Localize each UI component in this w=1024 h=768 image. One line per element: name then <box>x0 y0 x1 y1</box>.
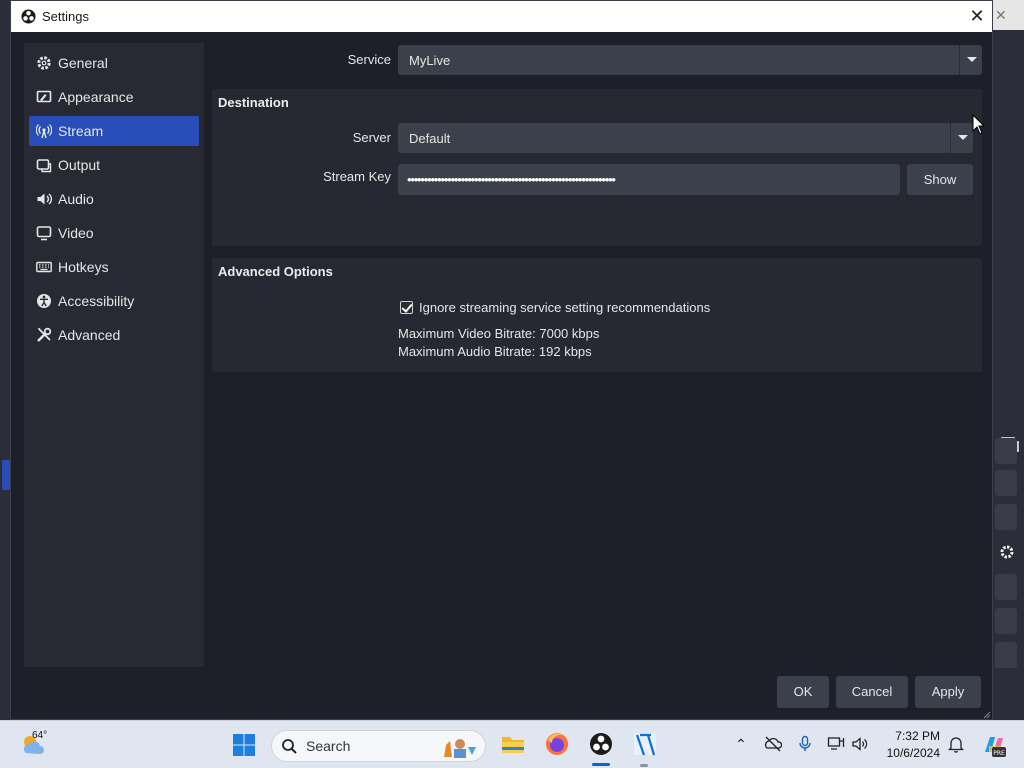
chevron-down-icon <box>950 123 973 153</box>
server-label: Server <box>352 130 391 145</box>
search-icon <box>282 739 297 754</box>
sidebar-item-output[interactable]: Output <box>29 150 199 180</box>
window-title: Settings <box>42 9 89 24</box>
sidebar-item-label: Stream <box>58 123 104 139</box>
sidebar-item-label: Video <box>58 225 94 241</box>
dock-button[interactable] <box>995 470 1017 496</box>
sidebar-item-accessibility[interactable]: Accessibility <box>29 286 199 316</box>
apply-button[interactable]: Apply <box>915 676 981 708</box>
dock-button[interactable] <box>995 438 1017 464</box>
cancel-button[interactable]: Cancel <box>836 676 908 708</box>
svg-text:PRE: PRE <box>993 750 1005 757</box>
sidebar-item-video[interactable]: Video <box>29 218 199 248</box>
volume-icon[interactable] <box>851 735 869 753</box>
service-select[interactable]: MyLive <box>398 45 982 75</box>
chevron-up-icon[interactable]: ⌃ <box>732 735 750 753</box>
search-placeholder: Search <box>306 738 351 754</box>
taskbar-search[interactable]: Search <box>271 730 486 762</box>
editor-app-icon[interactable] <box>632 731 658 757</box>
onedrive-icon[interactable] <box>764 735 782 753</box>
dock-button[interactable] <box>995 608 1017 634</box>
stream-key-value: ••••••••••••••••••••••••••••••••••••••••… <box>407 172 616 187</box>
speaker-icon <box>37 193 52 205</box>
monitor-icon <box>36 226 52 241</box>
sidebar-item-hotkeys[interactable]: Hotkeys <box>29 252 199 282</box>
mouse-cursor-icon <box>972 114 986 135</box>
settings-sidebar: General Appearance Stream Output Audio V… <box>24 43 204 667</box>
close-button[interactable]: ✕ <box>963 4 991 29</box>
background-selected-item <box>2 460 10 490</box>
sidebar-item-general[interactable]: General <box>29 48 199 78</box>
max-audio-bitrate-text: Maximum Audio Bitrate: 192 kbps <box>398 344 592 359</box>
weather-temperature: 64° <box>32 730 48 741</box>
file-explorer-icon[interactable] <box>500 731 526 757</box>
active-app-indicator <box>592 763 610 766</box>
sidebar-item-label: Advanced <box>58 327 121 343</box>
sidebar-item-label: Appearance <box>58 89 134 105</box>
windows-start-icon[interactable] <box>232 733 256 757</box>
dock-button[interactable] <box>995 642 1017 668</box>
output-icon <box>36 159 52 173</box>
running-app-indicator <box>640 764 648 767</box>
keyboard-icon <box>36 261 52 273</box>
dock-button[interactable] <box>995 504 1017 530</box>
search-highlight-icon <box>444 739 476 758</box>
ok-button[interactable]: OK <box>777 676 829 708</box>
show-key-button[interactable]: Show <box>907 164 973 195</box>
notification-bell-icon[interactable] <box>947 735 965 753</box>
gear-icon[interactable] <box>999 544 1015 560</box>
tools-icon <box>37 327 52 342</box>
destination-title: Destination <box>218 95 289 110</box>
broadcast-icon <box>36 124 52 139</box>
resize-grip-icon[interactable] <box>981 709 991 719</box>
copilot-icon[interactable]: PRE <box>981 732 1007 758</box>
chevron-down-icon <box>959 45 982 75</box>
sidebar-item-label: Hotkeys <box>58 259 109 275</box>
clock-date[interactable]: 10/6/2024 <box>876 746 940 760</box>
service-label: Service <box>347 52 391 67</box>
stream-key-input[interactable]: ••••••••••••••••••••••••••••••••••••••••… <box>398 164 900 195</box>
sidebar-item-label: General <box>58 55 108 71</box>
clock-time[interactable]: 7:32 PM <box>886 729 940 743</box>
obs-logo-icon <box>21 9 36 24</box>
firefox-icon[interactable] <box>544 731 570 757</box>
network-icon[interactable] <box>827 735 845 753</box>
sidebar-item-audio[interactable]: Audio <box>29 184 199 214</box>
max-video-bitrate-text: Maximum Video Bitrate: 7000 kbps <box>398 326 600 341</box>
server-select[interactable]: Default <box>398 123 973 153</box>
accessibility-icon <box>37 294 51 308</box>
gear-icon <box>37 56 51 70</box>
ignore-recommendations-checkbox[interactable] <box>400 301 413 314</box>
advanced-options-title: Advanced Options <box>218 264 333 279</box>
sidebar-item-advanced[interactable]: Advanced <box>29 320 199 350</box>
stream-key-label: Stream Key <box>323 169 391 184</box>
sidebar-item-label: Accessibility <box>58 293 135 309</box>
dock-button[interactable] <box>995 574 1017 600</box>
sidebar-item-label: Output <box>58 157 101 173</box>
taskbar: 64° Search ⌃ 7:32 PM 10/6/2024 PRE <box>0 720 1024 768</box>
appearance-icon <box>36 90 52 103</box>
sidebar-item-label: Audio <box>58 191 94 207</box>
sidebar-item-stream[interactable]: Stream <box>29 116 199 146</box>
advanced-options-panel: Advanced Options <box>212 258 982 372</box>
settings-window: Settings ✕ General Appearance Stream Out… <box>10 0 993 720</box>
ignore-recommendations-label[interactable]: Ignore streaming service setting recomme… <box>419 300 710 315</box>
sidebar-item-appearance[interactable]: Appearance <box>29 82 199 112</box>
server-value: Default <box>409 131 451 146</box>
microphone-icon[interactable] <box>796 735 814 753</box>
service-value: MyLive <box>409 53 451 68</box>
title-bar[interactable]: Settings ✕ <box>11 1 992 32</box>
background-tab: ✕ <box>990 0 1024 30</box>
obs-app-icon[interactable] <box>588 731 614 757</box>
